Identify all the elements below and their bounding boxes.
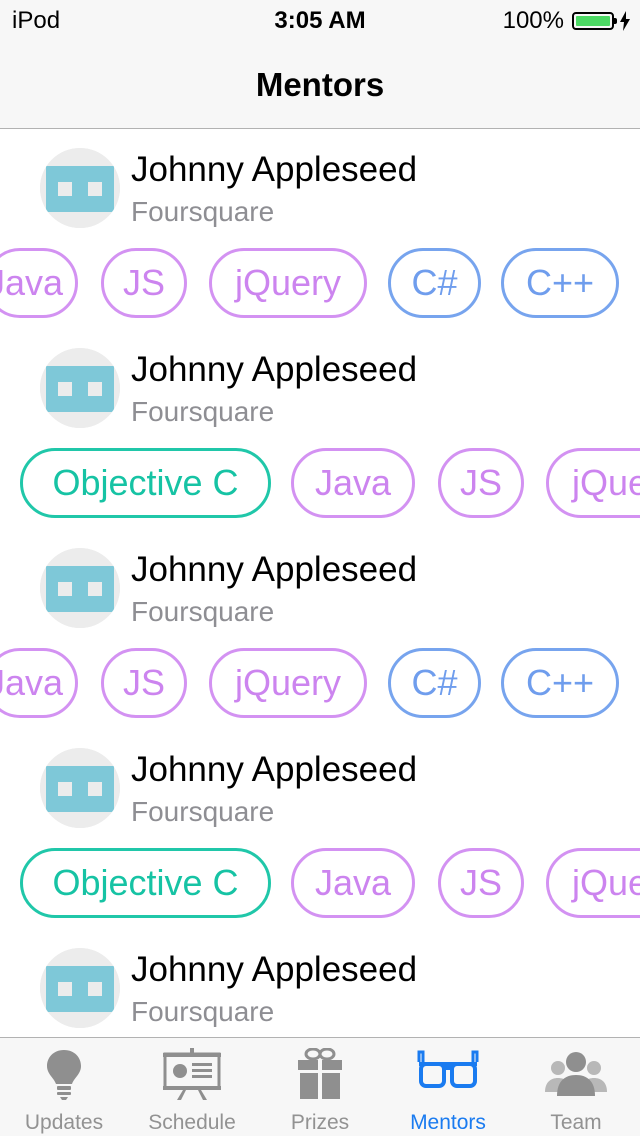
mentor-name: Johnny Appleseed [131,750,418,789]
mentor-company: Foursquare [131,396,275,427]
mentor-row[interactable]: Johnny Appleseed Foursquare [0,729,640,829]
mentor-row[interactable]: Johnny Appleseed Foursquare [0,329,640,429]
skill-tag[interactable]: JS [438,448,524,518]
charging-bolt-icon [620,11,630,31]
skill-tag[interactable]: JS [101,248,187,318]
skill-tag[interactable]: C# [388,648,481,718]
mentor-row[interactable]: Johnny Appleseed Foursquare [0,529,640,629]
glasses-icon [384,1048,512,1100]
battery-nub [614,18,617,24]
skill-tag[interactable]: Java [0,248,78,318]
mentor-company: Foursquare [131,196,275,227]
skill-tag[interactable]: JS [438,848,524,918]
tab-team[interactable]: Team [512,1038,640,1136]
battery-icon [572,12,617,30]
mentor-name: Johnny Appleseed [131,950,418,989]
mentor-company: Foursquare [131,796,275,827]
skill-tag[interactable]: Objective C [20,848,271,918]
lightbulb-icon [0,1048,128,1100]
skill-tag[interactable]: C# [388,248,481,318]
tab-label: Mentors [410,1111,486,1134]
status-bar: iPod 3:05 AM 100% [0,0,640,40]
battery-percent: 100% [502,7,564,34]
mentor-company: Foursquare [131,596,275,627]
presentation-board-icon [128,1048,256,1100]
skill-tag[interactable]: Java [291,448,415,518]
skill-tag[interactable]: Java [291,848,415,918]
mentors-screen: iPod 3:05 AM 100% Mentors Johnny Applese… [0,0,640,1136]
skill-tag-row[interactable]: Objective C Java JS jQuery [0,829,640,929]
skill-tag[interactable]: C++ [501,648,619,718]
battery-status: 100% [503,7,630,35]
avatar [40,548,120,628]
battery-level-fill [576,16,610,26]
gift-icon [256,1048,384,1100]
page-title: Mentors [255,66,385,103]
skill-tag[interactable]: Objective C [20,448,271,518]
avatar [40,148,120,228]
skill-tag[interactable]: jQuery [209,648,367,718]
tab-label: Team [550,1111,602,1134]
tab-label: Prizes [290,1111,350,1134]
skill-tag-row[interactable]: Java JS jQuery C# C++ [0,229,640,329]
people-icon [512,1048,640,1100]
mentor-company: Foursquare [131,996,275,1027]
mentor-list[interactable]: Johnny Appleseed Foursquare Johnny Applese… [0,129,640,1037]
skill-tag[interactable]: jQuery [209,248,367,318]
skill-tag[interactable]: Java [0,648,78,718]
tab-label: Updates [24,1111,104,1134]
skill-tag[interactable]: jQuery [546,448,640,518]
tab-schedule[interactable]: Schedule [128,1038,256,1136]
avatar [40,348,120,428]
skill-tag[interactable]: C++ [501,248,619,318]
skill-tag[interactable]: jQuery [546,848,640,918]
mentor-name: Johnny Appleseed [131,550,418,589]
skill-tag-row[interactable]: Objective C Java JS jQuery [0,429,640,529]
skill-tag[interactable]: JS [101,648,187,718]
tab-mentors[interactable]: Mentors [384,1038,512,1136]
mentor-row[interactable]: Johnny Appleseed Foursquare [0,929,640,1029]
tab-prizes[interactable]: Prizes [256,1038,384,1136]
navigation-bar: Mentors [0,40,640,129]
mentor-name: Johnny Appleseed [131,150,418,189]
mentor-row[interactable]: Johnny Appleseed Foursquare [0,129,640,229]
avatar [40,948,120,1028]
tab-label: Schedule [148,1111,236,1134]
mentor-name: Johnny Appleseed [131,350,418,389]
avatar [40,748,120,828]
tab-bar: Updates Schedule Prizes Mentors Team [0,1037,640,1136]
skill-tag-row[interactable]: Java JS jQuery C# C++ [0,629,640,729]
tab-updates[interactable]: Updates [0,1038,128,1136]
